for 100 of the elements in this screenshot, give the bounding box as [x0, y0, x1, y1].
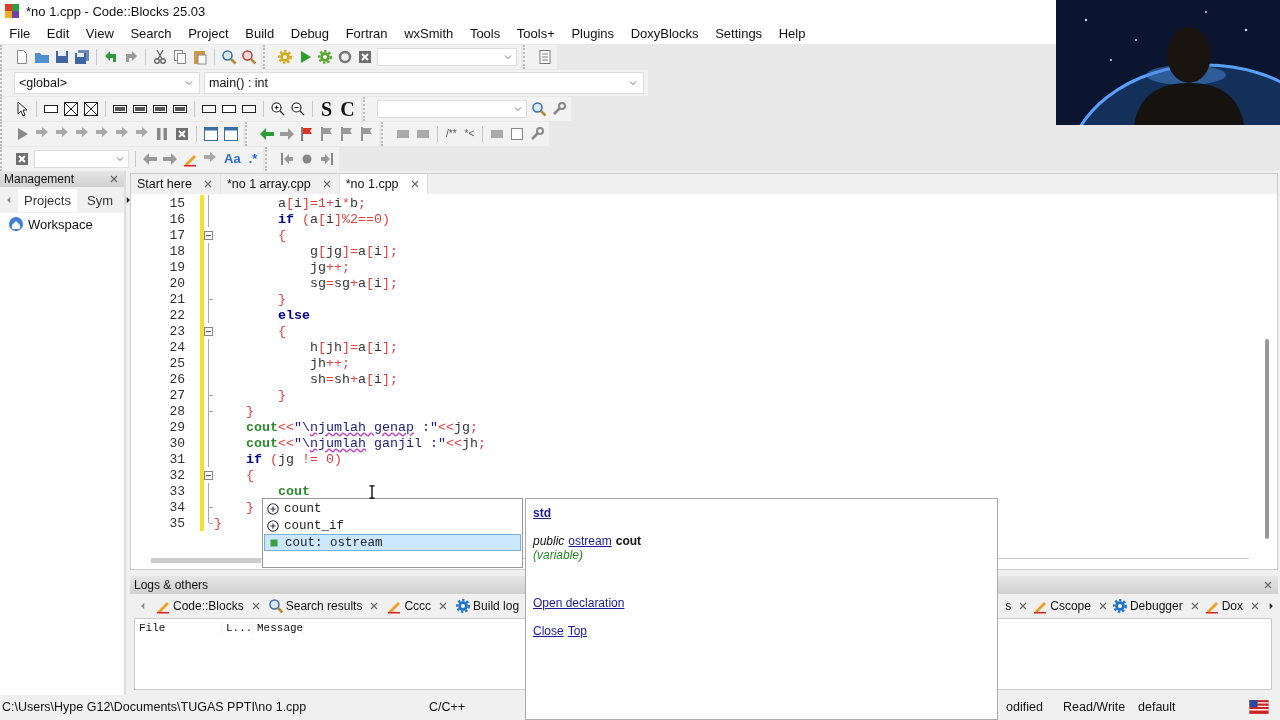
- column-header[interactable]: File: [135, 622, 222, 634]
- window-title: *no 1.cpp - Code::Blocks 25.03: [26, 3, 206, 19]
- symbol-category: (variable): [533, 548, 584, 562]
- code-line: }: [277, 387, 286, 403]
- status-field: Read/Write: [1061, 700, 1136, 714]
- menu-item[interactable]: wxSmith: [395, 25, 462, 41]
- declaration-link[interactable]: Open declaration: [533, 596, 625, 610]
- line-number: 26: [168, 371, 186, 387]
- panel-tab[interactable]: Sym: [80, 188, 119, 212]
- code-line: jg++;: [308, 259, 350, 275]
- line-number: 25: [168, 355, 186, 371]
- toolbar-button[interactable]: Aa: [222, 149, 243, 169]
- line-number: 29: [168, 419, 186, 435]
- log-tab[interactable]: Debugger: [1109, 595, 1202, 617]
- line-number: 33: [168, 483, 186, 499]
- code-line: a[i]=1+i*b;: [277, 195, 366, 211]
- toolbar-button[interactable]: C: [338, 99, 357, 119]
- menu-item[interactable]: DoxyBlocks: [622, 25, 707, 41]
- code-line: cout<<"\njumlah ganjil :"<<jh;: [245, 435, 486, 451]
- code-line: }: [245, 403, 254, 419]
- code-line: jh++;: [308, 355, 350, 371]
- autocomplete-item[interactable]: cout: ostream: [264, 534, 521, 551]
- line-number: 15: [168, 195, 186, 211]
- line-number: 22: [168, 307, 186, 323]
- code-line: }: [214, 515, 222, 531]
- menu-item[interactable]: Search: [122, 25, 180, 41]
- menu-item[interactable]: Help: [770, 25, 814, 41]
- log-tab[interactable]: s: [1003, 595, 1031, 617]
- line-number: 28: [168, 403, 186, 419]
- popup-link[interactable]: Top: [567, 624, 588, 638]
- line-number: 20: [168, 275, 186, 291]
- line-number: 27: [168, 387, 186, 403]
- line-number: 21: [168, 291, 186, 307]
- line-number: 24: [168, 339, 186, 355]
- scope-dropdown[interactable]: <global>: [14, 72, 200, 94]
- menu-item[interactable]: Debug: [282, 25, 338, 41]
- symbol-name: cout: [615, 534, 642, 548]
- menu-item[interactable]: Edit: [38, 25, 78, 41]
- code-line: {: [245, 467, 254, 483]
- toolbar-button[interactable]: .*: [246, 149, 260, 169]
- status-field: C/C++: [427, 700, 524, 714]
- menu-item[interactable]: Project: [179, 25, 237, 41]
- editor-tab[interactable]: Start here: [131, 174, 221, 194]
- line-number: 16: [168, 211, 186, 227]
- log-tab[interactable]: Dox: [1201, 595, 1262, 617]
- tree-item[interactable]: Workspace: [28, 216, 93, 232]
- code-line: {: [277, 227, 286, 243]
- menu-item[interactable]: Tools: [461, 25, 509, 41]
- line-number: 32: [168, 467, 186, 483]
- status-field: odified: [1004, 700, 1061, 714]
- status-field: default: [1136, 700, 1248, 714]
- column-header[interactable]: Message: [253, 622, 305, 634]
- panel-title: Logs & others: [134, 578, 209, 592]
- menu-item[interactable]: Tools+: [508, 25, 564, 41]
- log-tab[interactable]: Cccc: [383, 595, 453, 617]
- code-line: g[jg]=a[i];: [308, 243, 398, 259]
- line-number: 18: [168, 243, 186, 259]
- code-line: sg=sg+a[i];: [308, 275, 398, 291]
- menu-item[interactable]: Fortran: [337, 25, 396, 41]
- toolbar-button[interactable]: *<: [462, 124, 477, 144]
- column-header[interactable]: L...: [222, 622, 253, 634]
- toolbar-button[interactable]: /**: [444, 124, 459, 144]
- log-tab[interactable]: Search results: [264, 595, 384, 617]
- line-number: 17: [168, 227, 186, 243]
- namespace-link[interactable]: std: [533, 506, 551, 520]
- code-line: h[jh]=a[i];: [308, 339, 398, 355]
- code-line: sh=sh+a[i];: [308, 371, 398, 387]
- menu-item[interactable]: Settings: [706, 25, 771, 41]
- editor-tab[interactable]: *no 1.cpp: [339, 174, 428, 194]
- code-line: }: [277, 291, 286, 307]
- code-line: if (jg != 0): [245, 451, 342, 467]
- type-link[interactable]: ostream: [568, 534, 612, 548]
- popup-link[interactable]: Close: [533, 624, 564, 638]
- code-line: if (a[i]%2==0): [277, 211, 390, 227]
- menu-item[interactable]: View: [77, 25, 123, 41]
- line-number: 23: [168, 323, 186, 339]
- autocomplete-item[interactable]: count_if: [264, 517, 521, 534]
- code-line: cout<<"\njumlah genap :"<<jg;: [245, 419, 478, 435]
- log-tab[interactable]: Build log: [452, 595, 523, 617]
- panel-tab[interactable]: Projects: [18, 188, 77, 212]
- line-number: 31: [168, 451, 186, 467]
- toolbar-button[interactable]: S: [319, 99, 335, 119]
- status-field: C:\Users\Hype G12\Documents\TUGAS PPTI\no 1.cpp: [0, 700, 427, 714]
- menu-item[interactable]: Build: [236, 25, 283, 41]
- menu-item[interactable]: Plugins: [563, 25, 623, 41]
- log-tab[interactable]: Code::Blocks: [152, 595, 265, 617]
- function-dropdown[interactable]: main() : int: [204, 72, 644, 94]
- editor-tab[interactable]: *no 1 array.cpp: [220, 174, 340, 194]
- line-number: 30: [168, 435, 186, 451]
- menu-item[interactable]: File: [1, 25, 39, 41]
- log-tab[interactable]: Cscope: [1030, 595, 1110, 617]
- code-line: {: [277, 323, 286, 339]
- code-line: }: [245, 499, 254, 515]
- code-line: cout: [277, 483, 310, 499]
- code-line: else: [277, 307, 310, 323]
- line-number: 19: [168, 259, 186, 275]
- modifier-text: public: [533, 534, 565, 548]
- line-number: 35: [168, 515, 186, 531]
- panel-title: Management: [4, 172, 75, 186]
- autocomplete-item[interactable]: count: [264, 500, 521, 517]
